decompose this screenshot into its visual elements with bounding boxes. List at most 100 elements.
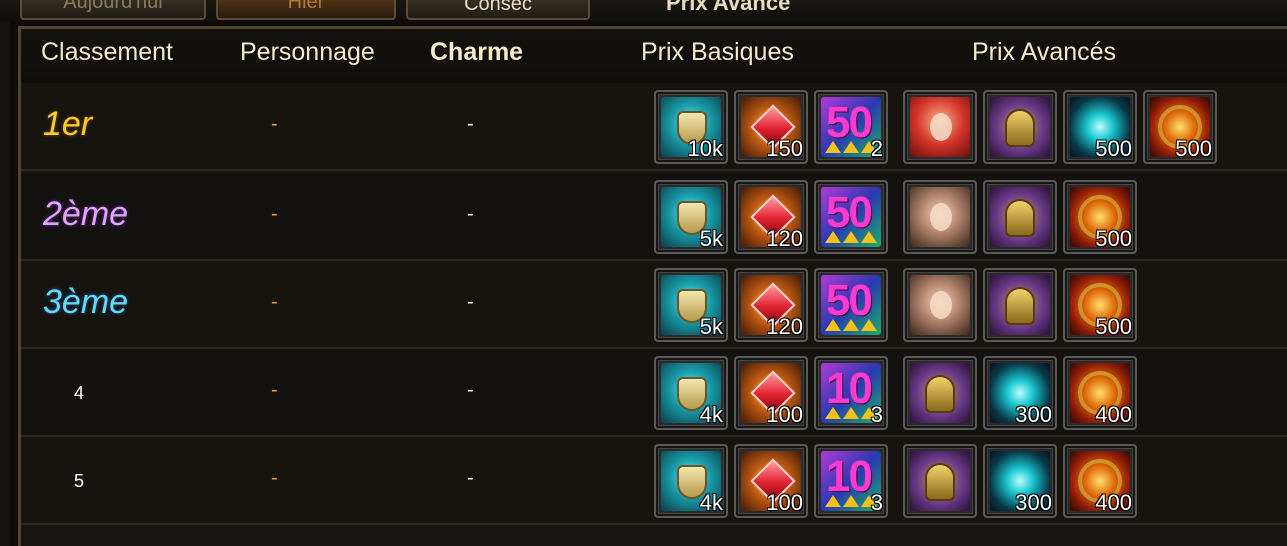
reward-quantity: 150 bbox=[766, 136, 803, 161]
golden-helm-icon[interactable] bbox=[983, 90, 1057, 164]
character-value: - bbox=[271, 379, 278, 401]
shield-icon[interactable]: 4k bbox=[654, 356, 728, 430]
charm-value: - bbox=[467, 113, 474, 135]
red-gem-icon[interactable]: 150 bbox=[734, 90, 808, 164]
hero-portrait-woman-art bbox=[910, 275, 970, 335]
golden-helm-icon[interactable] bbox=[903, 356, 977, 430]
hero-portrait-woman-icon[interactable] bbox=[903, 268, 977, 342]
crystal-pack-icon[interactable]: 50 2 bbox=[814, 90, 888, 164]
left-frame-edge bbox=[0, 22, 10, 546]
golden-helm-icon[interactable] bbox=[983, 180, 1057, 254]
reward-quantity: 5k bbox=[699, 314, 723, 339]
reward-quantity: 100 bbox=[766, 490, 803, 515]
tab-yesterday[interactable]: Hier bbox=[216, 0, 396, 20]
golden-helm-art bbox=[990, 275, 1050, 335]
portrait-face bbox=[930, 291, 952, 319]
golden-helm-art bbox=[990, 97, 1050, 157]
helm-shape bbox=[925, 375, 955, 413]
character-value: - bbox=[271, 203, 278, 225]
bundle-size-label: 10 bbox=[826, 364, 873, 413]
character-value: - bbox=[271, 467, 278, 489]
table-row: 5 - - 4k 100 10 3 300 400 bbox=[21, 437, 1287, 525]
helm-shape bbox=[925, 463, 955, 501]
golden-helm-art bbox=[990, 187, 1050, 247]
reward-quantity: 500 bbox=[1095, 136, 1132, 161]
reward-quantity: 120 bbox=[766, 314, 803, 339]
fire-medal-icon[interactable]: 500 bbox=[1063, 268, 1137, 342]
cyan-orb-icon[interactable]: 500 bbox=[1063, 90, 1137, 164]
reward-quantity: 500 bbox=[1175, 136, 1212, 161]
charm-value: - bbox=[467, 203, 474, 225]
rank-label: 1er bbox=[43, 105, 93, 143]
charm-value: - bbox=[467, 291, 474, 313]
golden-helm-art bbox=[910, 363, 970, 423]
reward-quantity: 300 bbox=[1015, 490, 1052, 515]
red-gem-icon[interactable]: 100 bbox=[734, 356, 808, 430]
reward-quantity: 400 bbox=[1095, 402, 1132, 427]
fire-medal-icon[interactable]: 400 bbox=[1063, 356, 1137, 430]
tab-strip: Aujourd'hui Hier Consec Prix Avancé bbox=[0, 0, 1287, 22]
section-title: Prix Avancé bbox=[666, 0, 791, 15]
portrait-face bbox=[930, 203, 952, 231]
fire-medal-icon[interactable]: 500 bbox=[1143, 90, 1217, 164]
crystal-pack-icon[interactable]: 10 3 bbox=[814, 356, 888, 430]
bundle-size-label: 10 bbox=[826, 452, 873, 501]
red-gem-icon[interactable]: 120 bbox=[734, 180, 808, 254]
cyan-orb-icon[interactable]: 300 bbox=[983, 444, 1057, 518]
helm-shape bbox=[1005, 287, 1035, 325]
crystal-pack-icon[interactable]: 50 bbox=[814, 268, 888, 342]
crystal-pack-icon[interactable]: 10 3 bbox=[814, 444, 888, 518]
reward-quantity: 3 bbox=[870, 490, 883, 515]
character-value: - bbox=[271, 291, 278, 313]
cyan-orb-icon[interactable]: 300 bbox=[983, 356, 1057, 430]
shield-icon[interactable]: 5k bbox=[654, 180, 728, 254]
red-gem-icon[interactable]: 120 bbox=[734, 268, 808, 342]
helm-shape bbox=[1005, 199, 1035, 237]
header-character: Personnage bbox=[240, 38, 375, 66]
header-charm: Charme bbox=[430, 38, 524, 66]
rank-label: 5 bbox=[74, 471, 85, 491]
tab-consec[interactable]: Consec bbox=[406, 0, 590, 20]
portrait-face bbox=[930, 113, 952, 141]
reward-quantity: 4k bbox=[699, 490, 723, 515]
header-basic-rewards: Prix Basiques bbox=[641, 38, 794, 66]
reward-quantity: 5k bbox=[699, 226, 723, 251]
hero-portrait-woman-art bbox=[910, 187, 970, 247]
golden-helm-icon[interactable] bbox=[983, 268, 1057, 342]
charm-value: - bbox=[467, 467, 474, 489]
character-value: - bbox=[271, 113, 278, 135]
reward-quantity: 2 bbox=[870, 136, 883, 161]
table-row: 1er - - 10k 150 50 2 500 500 bbox=[21, 83, 1287, 171]
crystal-pack-icon[interactable]: 50 bbox=[814, 180, 888, 254]
table-row: 2ème - - 5k 120 50 500 bbox=[21, 173, 1287, 261]
rank-label: 2ème bbox=[43, 195, 129, 233]
reward-quantity: 120 bbox=[766, 226, 803, 251]
hero-portrait-woman-icon[interactable] bbox=[903, 180, 977, 254]
table-row: 3ème - - 5k 120 50 500 bbox=[21, 261, 1287, 349]
golden-helm-icon[interactable] bbox=[903, 444, 977, 518]
golden-helm-art bbox=[910, 451, 970, 511]
fire-medal-icon[interactable]: 500 bbox=[1063, 180, 1137, 254]
reward-quantity: 500 bbox=[1095, 226, 1132, 251]
reward-quantity: 4k bbox=[699, 402, 723, 427]
table-row: 4 - - 4k 100 10 3 300 400 bbox=[21, 349, 1287, 437]
helm-shape bbox=[1005, 109, 1035, 147]
shield-icon[interactable]: 10k bbox=[654, 90, 728, 164]
shield-icon[interactable]: 4k bbox=[654, 444, 728, 518]
tab-today[interactable]: Aujourd'hui bbox=[20, 0, 206, 20]
rank-label: 4 bbox=[74, 383, 85, 403]
reward-quantity: 10k bbox=[687, 136, 723, 161]
header-rank: Classement bbox=[41, 38, 173, 66]
bundle-size-label: 50 bbox=[826, 276, 873, 325]
reward-quantity: 3 bbox=[870, 402, 883, 427]
hero-portrait-red-icon[interactable] bbox=[903, 90, 977, 164]
header-advanced-rewards: Prix Avancés bbox=[972, 38, 1117, 66]
fire-medal-icon[interactable]: 400 bbox=[1063, 444, 1137, 518]
reward-quantity: 100 bbox=[766, 402, 803, 427]
red-gem-icon[interactable]: 100 bbox=[734, 444, 808, 518]
bundle-size-label: 50 bbox=[826, 188, 873, 237]
shield-icon[interactable]: 5k bbox=[654, 268, 728, 342]
reward-quantity: 400 bbox=[1095, 490, 1132, 515]
reward-quantity: 500 bbox=[1095, 314, 1132, 339]
hero-portrait-red-art bbox=[910, 97, 970, 157]
